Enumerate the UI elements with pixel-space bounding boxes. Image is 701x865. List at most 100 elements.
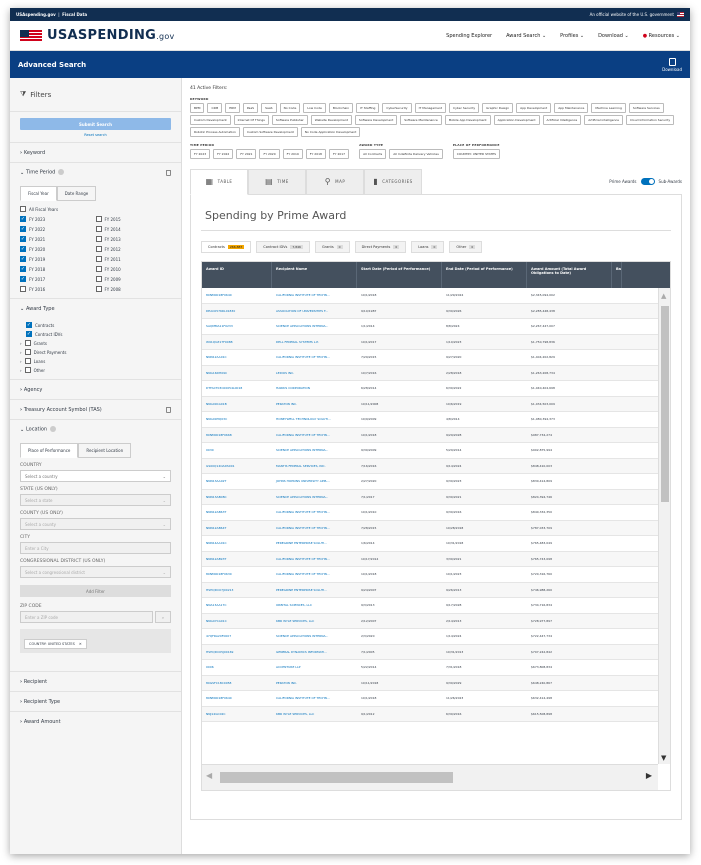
close-icon[interactable]: ✕ — [79, 642, 82, 646]
table-cell-link[interactable]: NNJ14GC02C — [202, 712, 272, 716]
table-cell-link[interactable]: NNN13AB08C — [202, 495, 272, 499]
filter-pill[interactable]: COUNTRY: UNITED STATES — [452, 149, 501, 159]
filter-pill[interactable]: Machine Learning — [591, 103, 626, 113]
filter-pill[interactable]: No Code — [279, 103, 301, 113]
table-cell-link[interactable]: CALIFORNIA INSTITUTE OF TECHN... — [272, 355, 357, 359]
table-cell-link[interactable]: PEREGRINE ENTERPRISE SOLUTI... — [272, 541, 357, 545]
table-cell-link[interactable]: 47QFRA20F0007 — [202, 634, 272, 638]
fiscal-year-checkbox[interactable]: ✓ FY 2019 — [20, 256, 96, 262]
table-cell-link[interactable]: GS00Q14OADS001 — [202, 464, 272, 468]
add-filter-button[interactable]: Add Filter — [20, 585, 171, 597]
tab-map[interactable]: ⚲ MAP — [306, 168, 364, 195]
chevron-right-icon[interactable]: › — [20, 359, 22, 364]
nav-profiles[interactable]: Profiles ⌄ — [560, 33, 584, 39]
fiscal-year-checkbox[interactable]: ✓ FY 2017 — [20, 276, 96, 282]
table-cell-link[interactable]: CALIFORNIA INSTITUTE OF TECHN... — [272, 293, 357, 297]
table-cell-link[interactable]: CALIFORNIA INSTITUTE OF TECHN... — [272, 526, 357, 530]
table-cell-link[interactable]: PERATON INC. — [272, 402, 357, 406]
fiscal-year-checkbox[interactable]: FY 2015 — [95, 216, 172, 222]
filter-pill[interactable]: Custom Software Development — [242, 127, 298, 137]
filter-pill[interactable]: FY 2023 — [190, 149, 211, 159]
nav-download[interactable]: Download ⌄ — [598, 33, 629, 39]
filter-pill[interactable]: IT Management — [414, 103, 447, 113]
fiscal-year-checkbox[interactable]: FY 2016 — [20, 286, 96, 292]
table-cell-link[interactable]: 80NM0018F0630 — [202, 572, 272, 576]
filter-pill[interactable]: App Maintenance — [554, 103, 589, 113]
award-type-checkbox[interactable]: › Direct Payments — [20, 349, 171, 355]
filter-pill[interactable]: ERM — [225, 103, 240, 113]
table-cell-link[interactable]: NNN13AA02T — [202, 479, 272, 483]
fiscal-year-checkbox[interactable]: FY 2010 — [95, 266, 172, 272]
location-section[interactable]: Location — [10, 419, 181, 439]
table-cell-link[interactable]: CALIFORNIA INSTITUTE OF TECHN... — [272, 433, 357, 437]
table-cell-link[interactable]: ASSOCIATION OF UNIVERSITIES F... — [272, 309, 357, 313]
table-cell-link[interactable]: HONEYWELL TECHNOLOGY SOLUTI... — [272, 417, 357, 421]
filter-pill[interactable]: PaaS — [242, 103, 259, 113]
table-cell-link[interactable]: CALIFORNIA INSTITUTE OF TECHN... — [272, 572, 357, 576]
filter-pill[interactable]: No Code Application Development — [300, 127, 361, 137]
award-type-checkbox[interactable]: ✓ Contract IDVs — [20, 331, 171, 337]
scroll-right-icon[interactable]: ▶ — [646, 771, 652, 780]
vertical-scrollbar[interactable]: ▲ ▼ — [658, 288, 670, 764]
table-cell-link[interactable]: HSHQDC07J00213 — [202, 588, 272, 592]
result-tab[interactable]: Contract IDVs 7,846 — [256, 241, 310, 253]
filter-pill[interactable]: FY 2018 — [305, 149, 326, 159]
column-header[interactable]: Award Amount (Total Award Obligations to… — [527, 262, 612, 288]
filter-pill[interactable]: FY 2019 — [282, 149, 303, 159]
column-header[interactable]: End Date (Period of Performance) — [442, 262, 527, 288]
table-cell-link[interactable]: NNN12AB64T — [202, 526, 272, 530]
table-cell-link[interactable]: ACCENTURE LLP — [272, 665, 357, 669]
table-cell-link[interactable]: DEAC0576RL01830 — [202, 309, 272, 313]
filter-pill[interactable]: Cyber Security — [449, 103, 480, 113]
result-tab[interactable]: Contracts 266,887 — [201, 241, 252, 253]
table-cell-link[interactable]: SAQMMA11F0233 — [202, 324, 272, 328]
tab-table[interactable]: ▦ TABLE — [190, 168, 248, 195]
award-type-checkbox[interactable]: › Grants — [20, 340, 171, 346]
tab-categories[interactable]: ▮ CATEGORIES — [364, 168, 422, 195]
scroll-thumb[interactable] — [661, 306, 669, 502]
table-cell-link[interactable]: 80NM0018F0668 — [202, 433, 272, 437]
filter-pill[interactable]: Low Code — [303, 103, 326, 113]
table-cell-link[interactable]: SCIENCE APPLICATIONS INTERNA... — [272, 634, 357, 638]
table-cell-link[interactable]: HSHQDC05J00169 — [202, 650, 272, 654]
trash-icon[interactable] — [166, 406, 171, 413]
filter-pill[interactable]: Artificial Intelligence — [542, 115, 582, 125]
zip-input[interactable]: Enter a ZIP code — [20, 611, 153, 623]
table-cell-link[interactable]: NNG09CA01B — [202, 402, 272, 406]
chevron-right-icon[interactable]: › — [20, 368, 22, 373]
tab-date-range[interactable]: Date Range — [56, 186, 97, 201]
city-input[interactable]: Enter a City — [20, 542, 171, 554]
filter-pill[interactable]: Graphic Design — [482, 103, 514, 113]
nav-resources[interactable]: Resources ⌄ — [643, 33, 680, 39]
table-cell-link[interactable]: KBR WYLE SERVICES, LLC — [272, 619, 357, 623]
agency-section[interactable]: Agency — [10, 379, 181, 399]
column-header[interactable]: Ba — [612, 262, 622, 288]
filter-pill[interactable]: SaaS — [261, 103, 277, 113]
table-cell-link[interactable]: DTFACT03C00054L0018 — [202, 386, 272, 390]
table-cell-link[interactable]: NNN12AB93T — [202, 557, 272, 561]
table-cell-link[interactable]: 80GSFC18C0058 — [202, 681, 272, 685]
result-tab[interactable]: Grants 0 — [314, 241, 350, 253]
filter-pill[interactable]: Internet Of Things — [233, 115, 269, 125]
fiscal-year-checkbox[interactable]: ✓ FY 2018 — [20, 266, 96, 272]
filter-pill[interactable]: Artificial intelligence — [584, 115, 623, 125]
scroll-up-icon[interactable]: ▲ — [661, 292, 666, 300]
table-cell-link[interactable]: KBR WYLE SERVICES, LLC — [272, 712, 357, 716]
recipient-type-section[interactable]: Recipient Type — [10, 691, 181, 711]
award-type-checkbox[interactable]: ✓ Contracts — [20, 322, 171, 328]
table-cell-link[interactable]: HARRIS CORPORATION — [272, 386, 357, 390]
tas-section[interactable]: Treasury Account Symbol (TAS) — [10, 399, 181, 419]
table-cell-link[interactable]: 0030 — [202, 448, 272, 452]
filter-pill[interactable]: Software Maintenance — [400, 115, 442, 125]
table-cell-link[interactable]: PERATON INC. — [272, 681, 357, 685]
column-header[interactable]: Start Date (Period of Performance) — [357, 262, 442, 288]
fiscal-year-checkbox[interactable]: FY 2009 — [95, 276, 172, 282]
filter-pill[interactable]: Software Publisher — [271, 115, 308, 125]
keyword-section[interactable]: Keyword — [10, 142, 181, 162]
result-tab[interactable]: Direct Payments 0 — [354, 241, 407, 253]
table-cell-link[interactable]: NNN14AA01C — [202, 541, 272, 545]
column-header[interactable]: Recipient Name — [272, 262, 357, 288]
award-type-checkbox[interactable]: › Other — [20, 367, 171, 373]
filter-pill[interactable]: All Contracts — [359, 149, 387, 159]
tab-place-of-performance[interactable]: Place of Performance — [20, 443, 79, 458]
